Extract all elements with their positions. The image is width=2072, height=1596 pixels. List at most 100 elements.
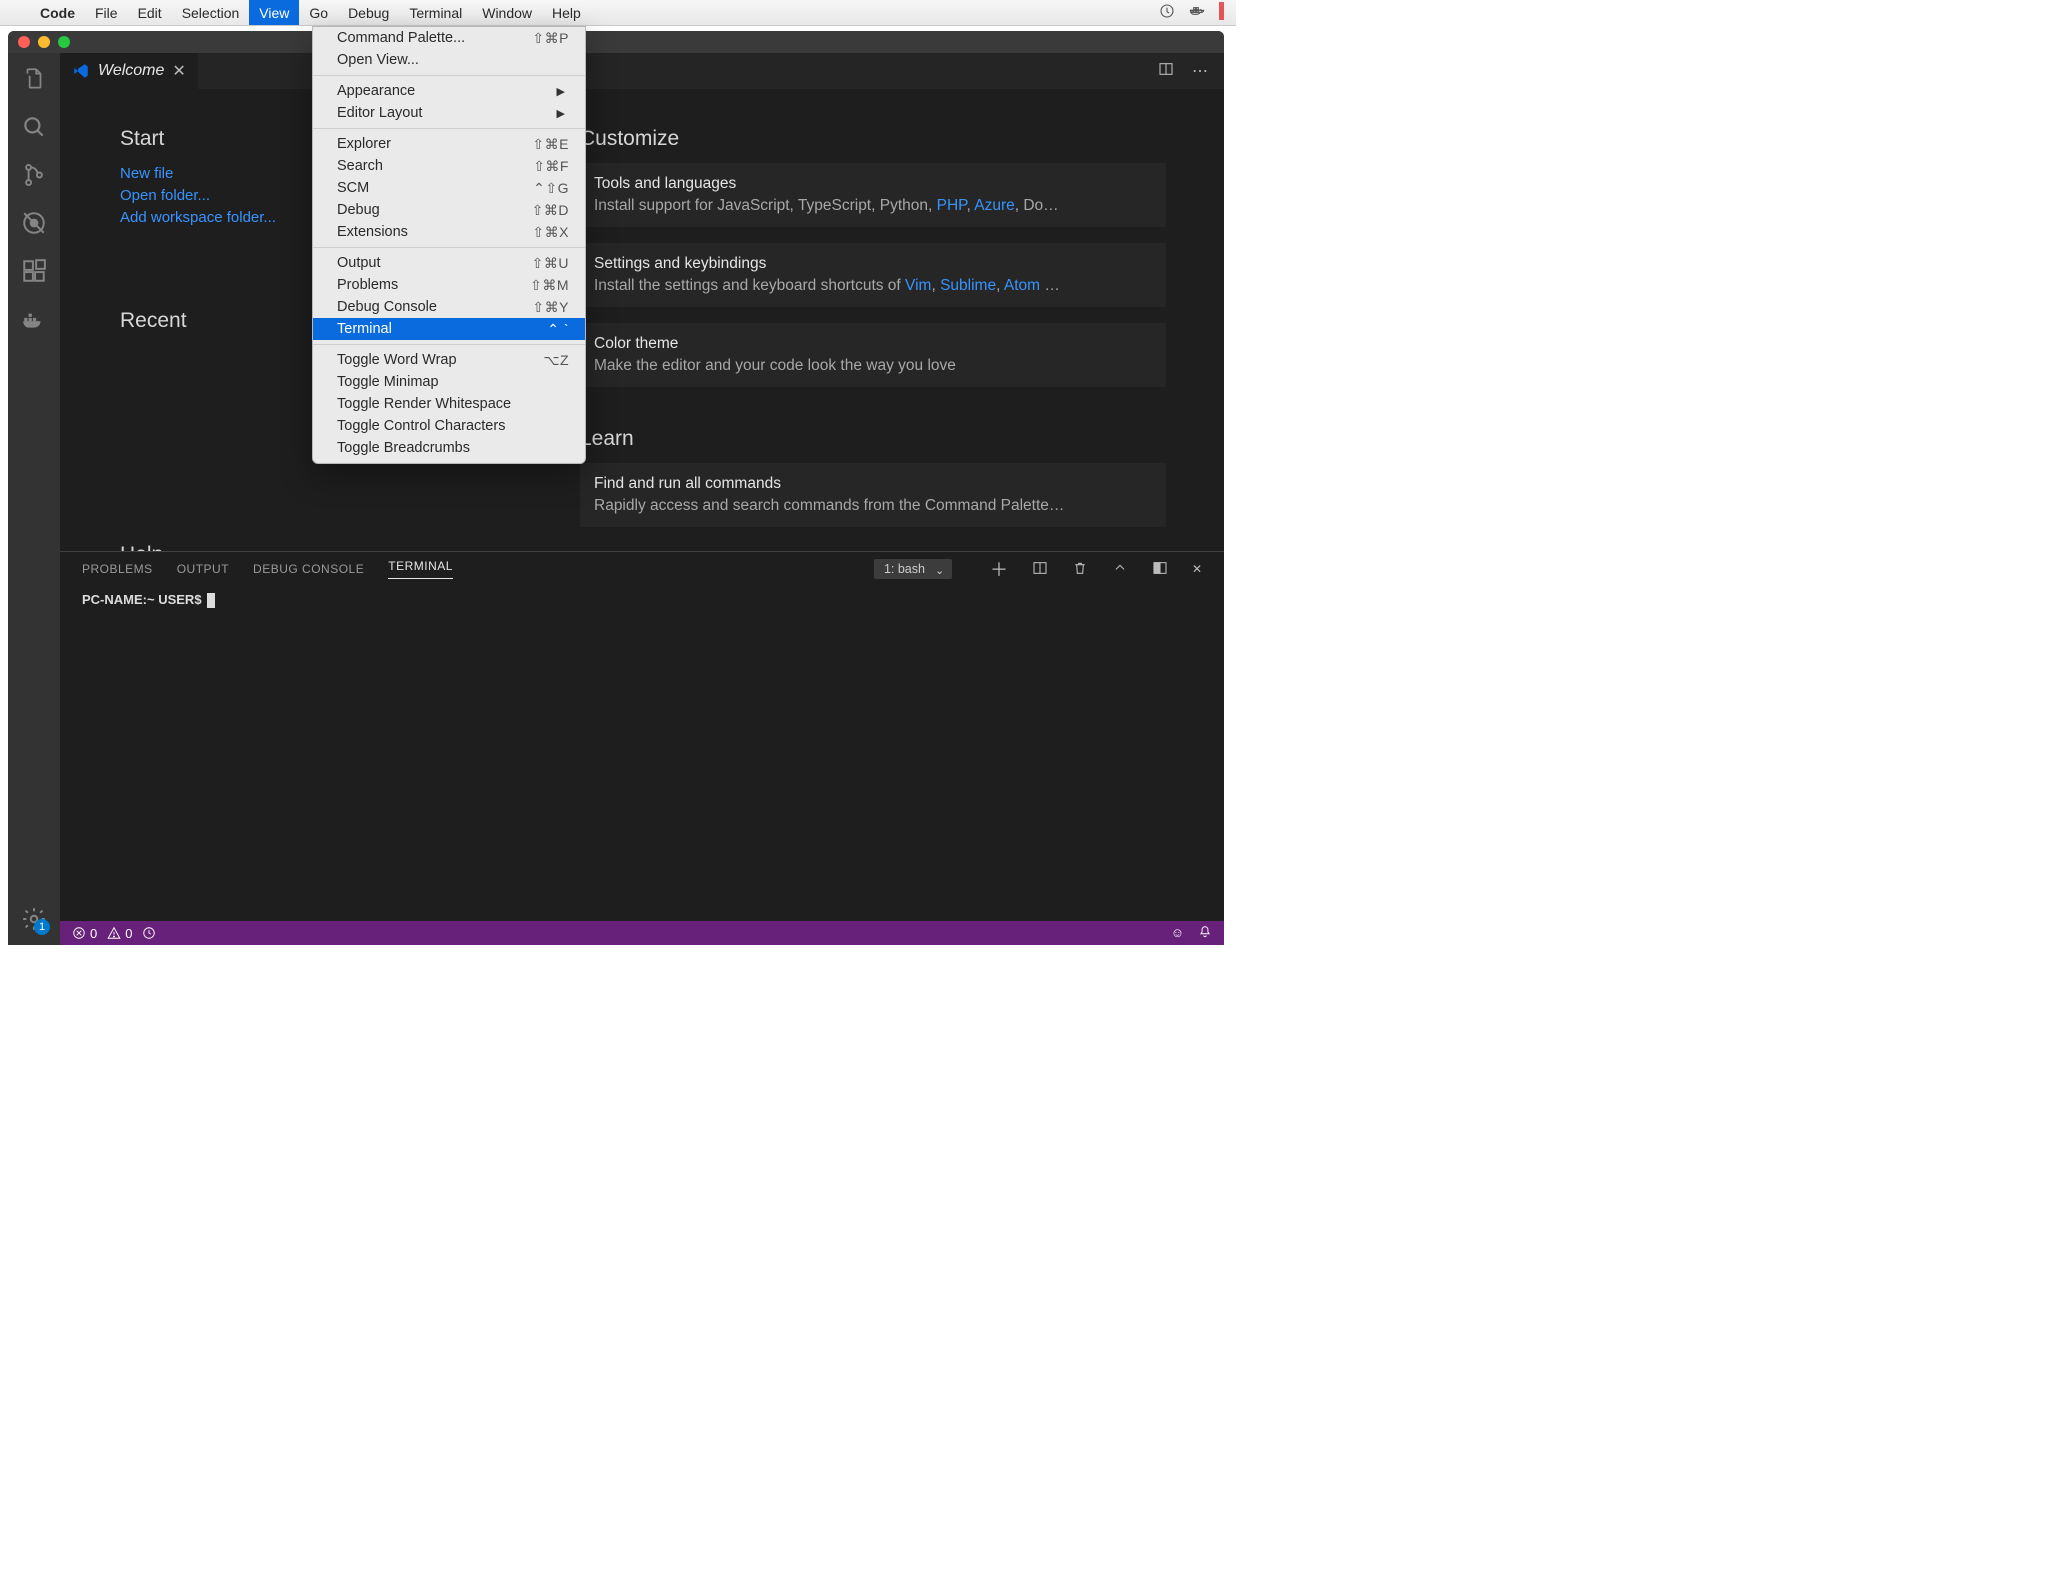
menu-item-search[interactable]: Search⇧⌘F [313,155,585,177]
menu-window[interactable]: Window [472,0,542,25]
bottom-panel: PROBLEMS OUTPUT DEBUG CONSOLE TERMINAL 1… [60,551,1224,921]
panel-tabs: PROBLEMS OUTPUT DEBUG CONSOLE TERMINAL 1… [60,552,1224,586]
status-feedback-icon[interactable]: ☺ [1171,925,1184,942]
maximize-panel-icon[interactable] [1112,560,1128,579]
tray-circle-icon[interactable] [1159,3,1175,22]
status-errors[interactable]: 0 [72,926,97,941]
menu-item-toggle-minimap[interactable]: Toggle Minimap [313,371,585,393]
menu-item-scm[interactable]: SCM⌃⇧G [313,177,585,199]
card-title: Color theme [594,335,1152,353]
split-terminal-icon[interactable] [1032,560,1048,579]
menu-item-label: Explorer [337,136,391,152]
menu-item-label: Search [337,158,383,174]
help-heading: Help [120,543,560,551]
menu-help[interactable]: Help [542,0,591,25]
status-warnings[interactable]: 0 [107,926,132,941]
card-body: Install support for JavaScript, TypeScri… [594,197,1152,215]
menu-item-extensions[interactable]: Extensions ⇧⌘X [313,221,585,243]
panel-tab-terminal[interactable]: TERMINAL [388,559,453,579]
inline-link[interactable]: Azure [974,197,1015,214]
menu-item-label: Debug [337,202,380,218]
menu-debug[interactable]: Debug [338,0,399,25]
menu-item-label: Toggle Minimap [337,374,439,390]
inline-link[interactable]: Sublime [940,277,996,294]
menu-item-label: Terminal [337,321,392,337]
more-actions-icon[interactable]: ⋯ [1192,61,1208,82]
submenu-arrow-icon: ▶ [557,85,569,98]
menu-item-shortcut: ⇧⌘U [532,255,569,272]
activity-bar: 1 [8,53,60,945]
new-terminal-icon[interactable]: ＋ [990,556,1008,582]
card-body: Install the settings and keyboard shortc… [594,277,1152,295]
menu-item-appearance[interactable]: Appearance ▶ [313,80,585,102]
menu-item-explorer[interactable]: Explorer⇧⌘E [313,133,585,155]
tab-title: Welcome [98,62,164,80]
card-tools-languages[interactable]: Tools and languages Install support for … [580,163,1166,227]
card-title: Settings and keybindings [594,255,1152,273]
menu-selection[interactable]: Selection [172,0,250,25]
inline-link[interactable]: PHP [937,197,967,214]
source-control-icon[interactable] [20,161,48,189]
menu-item-toggle-word-wrap[interactable]: Toggle Word Wrap⌥Z [313,349,585,371]
extensions-icon[interactable] [20,257,48,285]
window-close-icon[interactable] [18,36,30,48]
menu-item-toggle-control-characters[interactable]: Toggle Control Characters [313,415,585,437]
terminal-selector[interactable]: 1: bash [874,559,952,579]
explorer-icon[interactable] [20,65,48,93]
menu-edit[interactable]: Edit [128,0,172,25]
window-zoom-icon[interactable] [58,36,70,48]
menu-item-label: Appearance [337,83,415,99]
docker-icon[interactable] [20,305,48,333]
panel-tab-output[interactable]: OUTPUT [177,562,229,576]
toggle-panel-icon[interactable] [1152,560,1168,579]
terminal-body[interactable]: PC-NAME:~ USER$ [60,586,1224,921]
menu-item-problems[interactable]: Problems⇧⌘M [313,274,585,296]
menu-item-shortcut: ⇧⌘X [532,224,569,241]
menu-item-open-view[interactable]: Open View... [313,49,585,71]
menu-item-label: Editor Layout [337,105,422,121]
menu-item-label: Toggle Breadcrumbs [337,440,470,456]
settings-gear-icon[interactable]: 1 [20,905,48,933]
app-name[interactable]: Code [30,5,85,21]
menu-item-label: Problems [337,277,398,293]
status-history-icon[interactable] [142,926,156,940]
menu-item-debug-console[interactable]: Debug Console⇧⌘Y [313,296,585,318]
menu-item-label: Output [337,255,381,271]
menu-view[interactable]: View [249,0,299,25]
menu-item-command-palette[interactable]: Command Palette...⇧⌘P [313,27,585,49]
panel-tab-problems[interactable]: PROBLEMS [82,562,153,576]
menu-item-toggle-breadcrumbs[interactable]: Toggle Breadcrumbs [313,437,585,459]
settings-badge: 1 [34,919,50,935]
inline-link[interactable]: Vim [905,277,931,294]
status-bell-icon[interactable] [1198,925,1212,942]
tray-docker-icon[interactable] [1189,3,1205,22]
menu-terminal[interactable]: Terminal [399,0,472,25]
panel-tab-debug-console[interactable]: DEBUG CONSOLE [253,562,364,576]
window-minimize-icon[interactable] [38,36,50,48]
menu-item-output[interactable]: Output ⇧⌘U [313,252,585,274]
tab-welcome[interactable]: Welcome ✕ [60,53,198,89]
search-icon[interactable] [20,113,48,141]
tab-close-icon[interactable]: ✕ [172,61,185,81]
card-find-commands[interactable]: Find and run all commands Rapidly access… [580,463,1166,527]
menu-item-terminal[interactable]: Terminal⌃ ` [313,318,585,340]
card-settings-keybindings[interactable]: Settings and keybindings Install the set… [580,243,1166,307]
menu-file[interactable]: File [85,0,128,25]
card-color-theme[interactable]: Color theme Make the editor and your cod… [580,323,1166,387]
menu-item-label: Extensions [337,224,408,240]
menu-item-toggle-render-whitespace[interactable]: Toggle Render Whitespace [313,393,585,415]
menu-item-label: Toggle Render Whitespace [337,396,511,412]
debug-icon[interactable] [20,209,48,237]
tray-red-bar-icon[interactable] [1219,2,1224,23]
close-panel-icon[interactable]: ✕ [1192,562,1202,576]
menu-go[interactable]: Go [299,0,338,25]
kill-terminal-icon[interactable] [1072,560,1088,579]
menu-item-shortcut: ⇧⌘Y [532,299,569,316]
split-editor-icon[interactable] [1158,61,1174,82]
terminal-prompt: PC-NAME:~ USER$ [82,592,205,607]
inline-link[interactable]: Atom [1004,277,1040,294]
window-titlebar [8,31,1224,53]
menu-item-debug[interactable]: Debug⇧⌘D [313,199,585,221]
learn-heading: Learn [580,427,1166,451]
menu-item-editor-layout[interactable]: Editor Layout▶ [313,102,585,124]
